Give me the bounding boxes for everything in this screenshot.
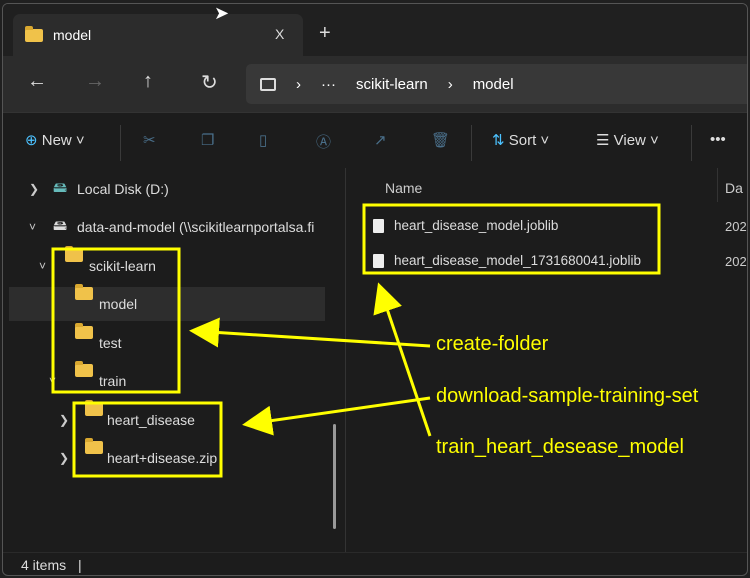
annotation-download-sample: download-sample-training-set: [436, 385, 699, 407]
annotation-create-folder: create-folder: [436, 333, 549, 355]
highlight-box-dataset: [72, 401, 223, 478]
highlight-box-model-files: [362, 203, 661, 275]
annotation-overlay: [51, 203, 661, 478]
arrow-download: [242, 396, 431, 436]
highlight-box-folders: [51, 247, 181, 394]
annotation-train-model: train_heart_desease_model: [436, 436, 684, 458]
arrow-train: [373, 282, 432, 437]
mouse-cursor-icon: ➤: [214, 3, 230, 23]
